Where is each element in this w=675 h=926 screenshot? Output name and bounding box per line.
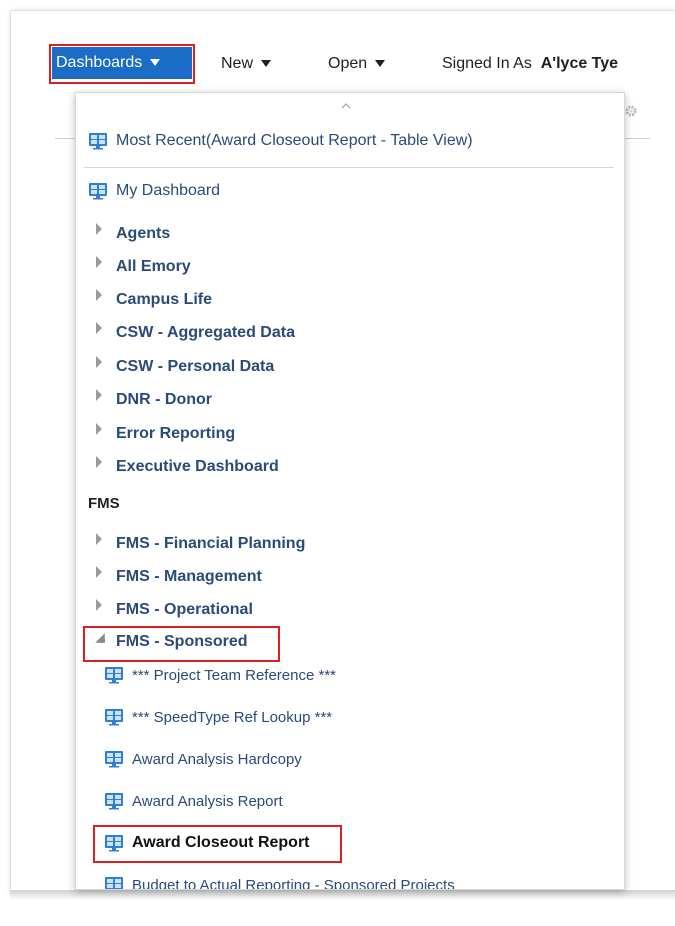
top-menu-bar: Dashboards New Open Signed In As A'lyce … [0,42,675,82]
folder-label: Error Reporting [116,425,236,442]
folder-label: All Emory [116,258,191,275]
expand-arrow-icon[interactable] [96,423,102,435]
menu-item-label: *** Project Team Reference *** [132,666,336,684]
folder-item-fms-management[interactable]: FMS - Management [96,565,262,589]
dashboard-icon [105,835,123,852]
folder-item-campus-life[interactable]: Campus Life [96,288,212,312]
expand-arrow-icon[interactable] [96,456,102,468]
signed-in-status: Signed In As A'lyce Tye [442,55,618,73]
expand-arrow-icon[interactable] [96,223,102,235]
folder-item-dnr-donor[interactable]: DNR - Donor [96,388,212,412]
expand-arrow-icon[interactable] [96,599,102,611]
expand-arrow-icon[interactable] [96,322,102,334]
dashboard-icon [105,751,123,768]
dashboard-item-budget-to-actual[interactable]: Budget to Actual Reporting - Sponsored P… [104,873,455,890]
new-menu-button[interactable]: New [221,55,272,73]
folder-label: Campus Life [116,291,213,308]
dashboards-menu-button[interactable]: Dashboards [52,47,192,79]
divider [625,138,650,139]
chevron-down-icon [150,59,161,67]
menu-item-label: Award Closeout Report [132,834,310,851]
folder-item-agents[interactable]: Agents [96,222,170,246]
folder-item-error-reporting[interactable]: Error Reporting [96,422,235,446]
expand-arrow-icon[interactable] [96,389,102,401]
dashboard-item-speedtype-ref-lookup[interactable]: *** SpeedType Ref Lookup *** [104,705,332,729]
folder-label: CSW - Personal Data [116,358,275,375]
folder-label: FMS - Sponsored [116,633,248,650]
menu-item-label: My Dashboard [116,182,221,199]
folder-label: FMS - Management [116,568,262,585]
divider [55,138,75,139]
dashboard-icon [89,183,107,200]
chevron-up-icon[interactable] [341,101,351,111]
new-label: New [221,55,254,72]
menu-item-label: Most Recent(Award Closeout Report - Tabl… [116,132,473,149]
menu-item-my-dashboard[interactable]: My Dashboard [88,179,220,203]
folder-label: FMS - Financial Planning [116,535,306,552]
group-label-fms: FMS [88,491,120,515]
gear-icon[interactable] [624,104,638,118]
open-menu-button[interactable]: Open [328,55,386,73]
signed-in-label: Signed In As [442,55,532,72]
dashboard-icon [105,709,123,726]
window-shadow [10,890,675,900]
folder-label: Agents [116,225,171,242]
dashboard-icon [105,793,123,810]
expand-arrow-icon[interactable] [96,533,102,545]
chevron-down-icon [375,60,386,68]
dashboard-item-award-analysis-report[interactable]: Award Analysis Report [104,789,283,813]
folder-item-all-emory[interactable]: All Emory [96,255,191,279]
expand-arrow-icon[interactable] [96,289,102,301]
dashboard-icon [89,133,107,150]
menu-item-most-recent[interactable]: Most Recent(Award Closeout Report - Tabl… [88,129,473,153]
expand-arrow-icon[interactable] [96,256,102,268]
folder-item-executive-dashboard[interactable]: Executive Dashboard [96,455,279,479]
signed-in-user[interactable]: A'lyce Tye [541,55,618,72]
folder-item-csw-aggregated[interactable]: CSW - Aggregated Data [96,321,295,345]
expand-arrow-icon[interactable] [96,356,102,368]
chevron-down-icon [261,60,272,68]
dashboard-item-award-closeout-report[interactable]: Award Closeout Report [104,831,310,855]
folder-item-fms-operational[interactable]: FMS - Operational [96,598,253,622]
menu-item-label: *** SpeedType Ref Lookup *** [132,708,333,726]
folder-label: Executive Dashboard [116,458,279,475]
folder-item-csw-personal[interactable]: CSW - Personal Data [96,355,274,379]
collapse-arrow-icon[interactable] [95,633,105,643]
dashboard-icon [105,877,123,889]
group-label: FMS [88,494,120,512]
menu-item-label: Award Analysis Report [132,792,283,810]
folder-label: DNR - Donor [116,391,212,408]
dashboard-item-project-team-reference[interactable]: *** Project Team Reference *** [104,663,336,687]
dashboard-item-award-analysis-hardcopy[interactable]: Award Analysis Hardcopy [104,747,302,771]
menu-item-label: Budget to Actual Reporting - Sponsored P… [132,876,455,890]
expand-arrow-icon[interactable] [96,566,102,578]
dashboards-dropdown-menu: Most Recent(Award Closeout Report - Tabl… [75,92,625,890]
folder-item-fms-financial-planning[interactable]: FMS - Financial Planning [96,532,305,556]
dashboard-icon [105,667,123,684]
dashboards-label: Dashboards [56,54,143,71]
folder-label: FMS - Operational [116,601,253,618]
folder-label: CSW - Aggregated Data [116,324,295,341]
menu-divider [84,167,614,168]
menu-item-label: Award Analysis Hardcopy [132,750,302,768]
folder-item-fms-sponsored[interactable]: FMS - Sponsored [94,630,248,654]
open-label: Open [328,55,368,72]
